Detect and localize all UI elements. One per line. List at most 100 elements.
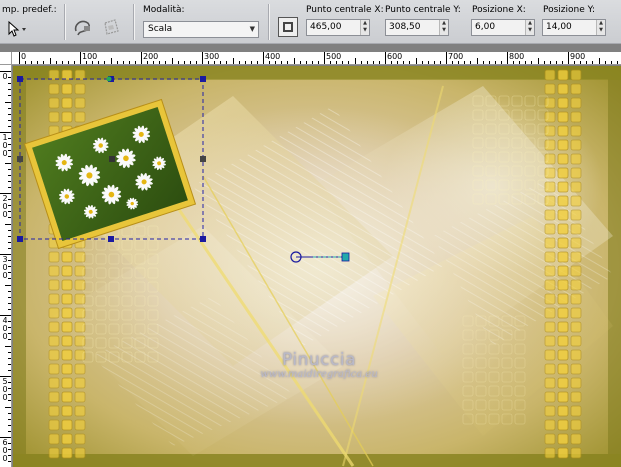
- ruler-label: 0: [2, 72, 8, 81]
- ruler-tick: [8, 272, 11, 274]
- ruler-tick: [8, 217, 11, 219]
- ruler-tick: [8, 247, 11, 249]
- pos-x-value: 6,00: [475, 22, 496, 32]
- ruler-tick: [8, 205, 11, 207]
- ruler-tick: [250, 61, 252, 64]
- ruler-tick: [220, 61, 222, 64]
- ruler-tick: [8, 235, 11, 237]
- ruler-tick: [8, 369, 11, 371]
- ruler-tick: [330, 61, 332, 64]
- transform-icon[interactable]: [100, 17, 122, 39]
- image-canvas[interactable]: Pinuccia www.maidiregrafica.eu: [13, 66, 621, 467]
- ruler-tick: [134, 61, 136, 64]
- pos-x-label: Posizione X:: [472, 5, 526, 15]
- ruler-tick: [574, 61, 576, 64]
- ruler-label: 600: [387, 52, 403, 61]
- ruler-tick: [80, 52, 81, 64]
- center-y-value: 308,50: [389, 22, 421, 32]
- watermark-title: Pinuccia: [282, 350, 356, 370]
- ruler-label: 6 0 0: [2, 438, 8, 463]
- mode-select[interactable]: Scala ▼: [143, 21, 259, 38]
- ruler-tick: [336, 61, 338, 64]
- center-x-input[interactable]: 465,00 ▲ ▼: [306, 19, 370, 36]
- ruler-label: 400: [265, 52, 281, 61]
- ruler-tick: [500, 61, 502, 64]
- ruler-tick: [8, 266, 11, 268]
- ruler-tick: [8, 449, 11, 451]
- ruler-tick: [8, 333, 11, 335]
- ruler-tick: [171, 58, 173, 64]
- ruler-tick: [232, 58, 234, 64]
- ruler-tick: [61, 61, 63, 64]
- ruler-tick: [421, 61, 423, 64]
- ruler-tick: [324, 52, 325, 64]
- ruler-tick: [177, 61, 179, 64]
- ruler-tick: [537, 58, 539, 64]
- ruler-tick: [8, 461, 11, 463]
- ruler-tick: [8, 308, 11, 310]
- center-x-spinner[interactable]: ▲ ▼: [360, 20, 369, 35]
- ruler-tick: [73, 61, 75, 64]
- ruler-tick: [8, 229, 11, 231]
- ruler-tick: [159, 61, 161, 64]
- ruler-label: 700: [448, 52, 464, 61]
- center-y-input[interactable]: 308,50 ▲ ▼: [385, 19, 449, 36]
- ruler-tick: [568, 52, 569, 64]
- pos-x-input[interactable]: 6,00 ▲ ▼: [471, 19, 535, 36]
- ruler-tick: [202, 52, 203, 64]
- ruler-tick: [183, 61, 185, 64]
- ruler-tick: [482, 61, 484, 64]
- ruler-tick: [214, 61, 216, 64]
- ruler-tick: [8, 174, 11, 176]
- ruler-tick: [116, 61, 118, 64]
- ruler-tick: [104, 61, 106, 64]
- ruler-tick: [5, 162, 11, 164]
- ruler-label: 2 0 0: [2, 194, 8, 219]
- ruler-tick: [378, 61, 380, 64]
- ruler-tick: [397, 61, 399, 64]
- ruler-tick: [458, 61, 460, 64]
- toolbar-separator: [268, 4, 269, 40]
- ruler-tick: [8, 400, 11, 402]
- ruler-tick: [8, 394, 11, 396]
- pos-y-label: Posizione Y:: [543, 5, 595, 15]
- ruler-label: 300: [204, 52, 220, 61]
- ruler-tick: [610, 61, 612, 64]
- pos-y-spinner[interactable]: ▲ ▼: [596, 20, 605, 35]
- vertical-ruler: 0 1 0 0 2 0 0 3 0 0 4 0 0 5 0 0 6 0 0: [0, 65, 12, 467]
- ruler-tick: [8, 95, 11, 97]
- ruler-tick: [519, 61, 521, 64]
- ruler-tick: [464, 61, 466, 64]
- ruler-tick: [513, 61, 515, 64]
- ruler-tick: [208, 61, 210, 64]
- ruler-tick: [43, 61, 45, 64]
- ruler-tick: [8, 138, 11, 140]
- pos-x-spinner[interactable]: ▲ ▼: [525, 20, 534, 35]
- ruler-tick: [8, 455, 11, 457]
- ruler-tick: [586, 61, 588, 64]
- ruler-tick: [92, 61, 94, 64]
- ruler-tick: [543, 61, 545, 64]
- ruler-tick: [616, 61, 618, 64]
- position-icon[interactable]: [278, 17, 298, 37]
- ruler-tick: [238, 61, 240, 64]
- ruler-tick: [580, 61, 582, 64]
- mode-label: Modalità:: [143, 5, 185, 15]
- ruler-tick: [128, 61, 130, 64]
- ruler-tick: [604, 61, 606, 64]
- ruler-label: 5 0 0: [2, 377, 8, 402]
- ruler-tick: [317, 61, 319, 64]
- ruler-tick: [476, 58, 478, 64]
- center-x-value: 465,00: [310, 22, 342, 32]
- chevron-down-icon: ▼: [249, 25, 255, 33]
- canvas-artwork: [13, 66, 621, 467]
- ruler-tick: [226, 61, 228, 64]
- ruler-tick: [592, 61, 594, 64]
- pos-y-input[interactable]: 14,00 ▲ ▼: [542, 19, 606, 36]
- center-y-spinner[interactable]: ▲ ▼: [439, 20, 448, 35]
- pointer-dropdown-icon[interactable]: [6, 20, 30, 38]
- lasso-icon[interactable]: [72, 17, 94, 39]
- ruler-tick: [372, 61, 374, 64]
- ruler-tick: [8, 156, 11, 158]
- ruler-tick: [269, 61, 271, 64]
